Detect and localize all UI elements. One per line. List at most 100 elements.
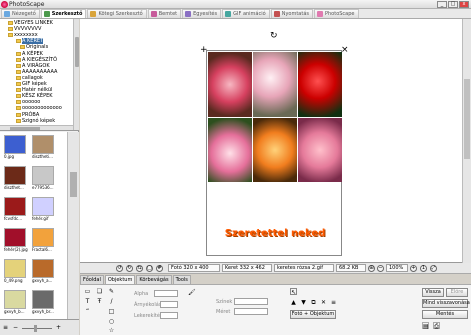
rotate-handle-icon[interactable]: ↻ <box>270 31 278 41</box>
shadow-select[interactable] <box>160 301 178 308</box>
brush-icon[interactable]: 🖌 <box>188 289 196 296</box>
tree-item[interactable]: Hatér nélkül <box>16 87 52 93</box>
copy-object-icon[interactable]: ⧉ <box>310 299 317 306</box>
color-select[interactable] <box>234 298 268 305</box>
remove-object-icon[interactable]: × <box>341 45 349 55</box>
close-button[interactable]: x <box>459 1 469 8</box>
rotate-left-icon[interactable]: ↺ <box>116 265 123 272</box>
text-tool-icon[interactable]: T <box>84 298 91 305</box>
photo-object-button[interactable]: Fotó + Objektum <box>290 310 336 319</box>
line-tool-icon[interactable]: / <box>108 298 115 305</box>
rotate-right-icon[interactable]: ↻ <box>126 265 133 272</box>
tree-item[interactable]: Szignó képek <box>16 118 55 124</box>
open-file-icon[interactable]: ▤ <box>422 322 429 330</box>
thumbnail-item[interactable]: e779536... <box>32 166 56 192</box>
tree-item[interactable]: VVVVVVVV <box>8 26 41 32</box>
thumbnail-item[interactable]: 0.jpg <box>4 135 28 161</box>
thumbnail-scrollbar[interactable] <box>67 132 79 319</box>
tree-item[interactable]: A KIEGÉSZÍTŐ <box>16 57 57 63</box>
tree-item[interactable]: GIF képek <box>16 81 47 87</box>
undo-button[interactable]: Vissza <box>422 288 444 297</box>
tab-0[interactable]: Nézegető <box>1 9 40 18</box>
fit-icon[interactable]: □ <box>146 265 153 272</box>
tab-7[interactable]: PhotoScape <box>314 9 359 18</box>
zoom-in-toolbar-icon[interactable]: + <box>410 265 417 272</box>
bring-front-icon[interactable]: ▲ <box>290 299 297 306</box>
tree-item[interactable]: Originals <box>20 44 48 50</box>
list-view-icon[interactable]: ≡ <box>2 324 9 331</box>
delete-object-icon[interactable]: ✕ <box>320 299 327 306</box>
tree-item[interactable]: ooooooooooooo <box>16 105 62 111</box>
photo-object-icon[interactable]: ▭ <box>84 288 91 295</box>
rounding-select[interactable] <box>160 312 178 319</box>
thumbnail-item[interactable]: Fractal6... <box>32 228 56 254</box>
canvas-scroll-thumb[interactable] <box>464 79 470 159</box>
tree-item[interactable]: A KERET <box>16 38 44 45</box>
tree-item[interactable]: A VIRÁGOK <box>16 63 50 69</box>
thumbnail-item[interactable]: fehér.gif <box>32 197 56 223</box>
thumbnail-item[interactable]: 0_49.png <box>4 259 28 285</box>
zoom-out-icon[interactable]: − <box>12 324 19 331</box>
tab-1[interactable]: Szerkesztő <box>40 9 87 18</box>
pencil-icon[interactable]: ✎ <box>108 288 115 295</box>
zoom-level-field[interactable]: 100% <box>386 264 408 272</box>
tab-5[interactable]: GIF animáció <box>222 9 270 18</box>
save-button[interactable]: Mentés <box>422 310 468 319</box>
thumbnail-item[interactable]: gxvyh_br... <box>32 290 56 316</box>
tree-horizontal-scrollbar[interactable] <box>0 125 73 130</box>
zoom-fit-icon[interactable]: ⊞ <box>368 265 375 272</box>
minimize-button[interactable]: _ <box>437 1 447 8</box>
canvas-scrollbar[interactable] <box>462 19 471 263</box>
tree-item[interactable]: KÉSZ KÉPEK <box>16 93 53 99</box>
tab-4[interactable]: Egyesítés <box>182 9 222 18</box>
tab-2[interactable]: Kötegi Szerkesztő <box>87 9 147 18</box>
editor-tab-2[interactable]: Körbevágás <box>136 275 172 284</box>
undo-all-button[interactable]: Mind visszavonása <box>422 299 470 308</box>
flip-icon[interactable]: ⇆ <box>136 265 143 272</box>
thumbnail-item[interactable]: fehér(2).jpg <box>4 228 28 254</box>
grid-icon[interactable]: # <box>156 265 163 272</box>
text-balloon-icon[interactable]: ❏ <box>96 288 103 295</box>
tree-item[interactable]: callagok <box>16 75 43 81</box>
thumbnail-item[interactable]: fcvsfdc... <box>4 197 28 223</box>
thumbnail-item[interactable]: gxvyh_b... <box>4 290 28 316</box>
tree-item[interactable]: A KÉPEK <box>16 51 43 57</box>
tab-6[interactable]: Nyomtatás <box>270 9 313 18</box>
thumbnail-size-handle[interactable] <box>34 325 37 332</box>
fullscreen-icon[interactable]: ⤢ <box>430 265 437 272</box>
pointer-tool-icon[interactable]: ↖ <box>290 288 297 296</box>
photo-caption[interactable]: Szeretettel neked <box>207 228 343 239</box>
tree-item[interactable]: AAAAAAAAAA <box>16 69 57 75</box>
edited-photo[interactable]: Szeretettel neked <box>206 50 342 256</box>
tree-item[interactable]: xxxxxxxx <box>8 32 38 38</box>
tree-item[interactable]: VEGYES LINKEK <box>8 20 53 26</box>
tree-item[interactable]: oooooo <box>16 99 40 105</box>
thumbnail-item[interactable]: gxvyh_a... <box>32 259 56 285</box>
tree-item[interactable]: PRÓBA <box>16 112 39 118</box>
tree-vertical-scrollbar[interactable] <box>73 19 79 130</box>
tree-scroll-thumb[interactable] <box>75 37 79 67</box>
star-tool-icon[interactable]: ☆ <box>108 327 115 334</box>
circle-tool-icon[interactable]: ○ <box>108 318 115 325</box>
alpha-select[interactable] <box>154 290 178 297</box>
align-object-icon[interactable]: ≡ <box>330 299 337 306</box>
size-select[interactable] <box>234 308 268 315</box>
thumbnail-scroll-thumb[interactable] <box>70 172 77 197</box>
redo-button[interactable]: Előre <box>446 288 468 297</box>
text-style-icon[interactable]: Ŧ <box>96 298 103 305</box>
thumbnail-size-slider[interactable] <box>22 328 52 329</box>
editor-tab-1[interactable]: Objektum <box>104 275 136 284</box>
editor-tab-0[interactable]: Főoldal <box>80 275 104 284</box>
tab-3[interactable]: Bemtet <box>147 9 182 18</box>
print-small-icon[interactable]: ⎙ <box>433 322 440 330</box>
tree-hscroll-thumb[interactable] <box>10 127 40 130</box>
thumbnail-item[interactable]: disztheti... <box>32 135 56 161</box>
maximize-button[interactable]: □ <box>448 1 458 8</box>
zoom-out-toolbar-icon[interactable]: − <box>377 265 384 272</box>
zoom-in-icon[interactable]: + <box>55 324 62 331</box>
quote-icon[interactable]: “ <box>84 308 91 315</box>
send-back-icon[interactable]: ▼ <box>300 299 307 306</box>
thumbnail-item[interactable]: diszthet... <box>4 166 28 192</box>
editor-tab-3[interactable]: Tools <box>172 275 191 284</box>
rectangle-tool-icon[interactable]: □ <box>108 308 115 315</box>
